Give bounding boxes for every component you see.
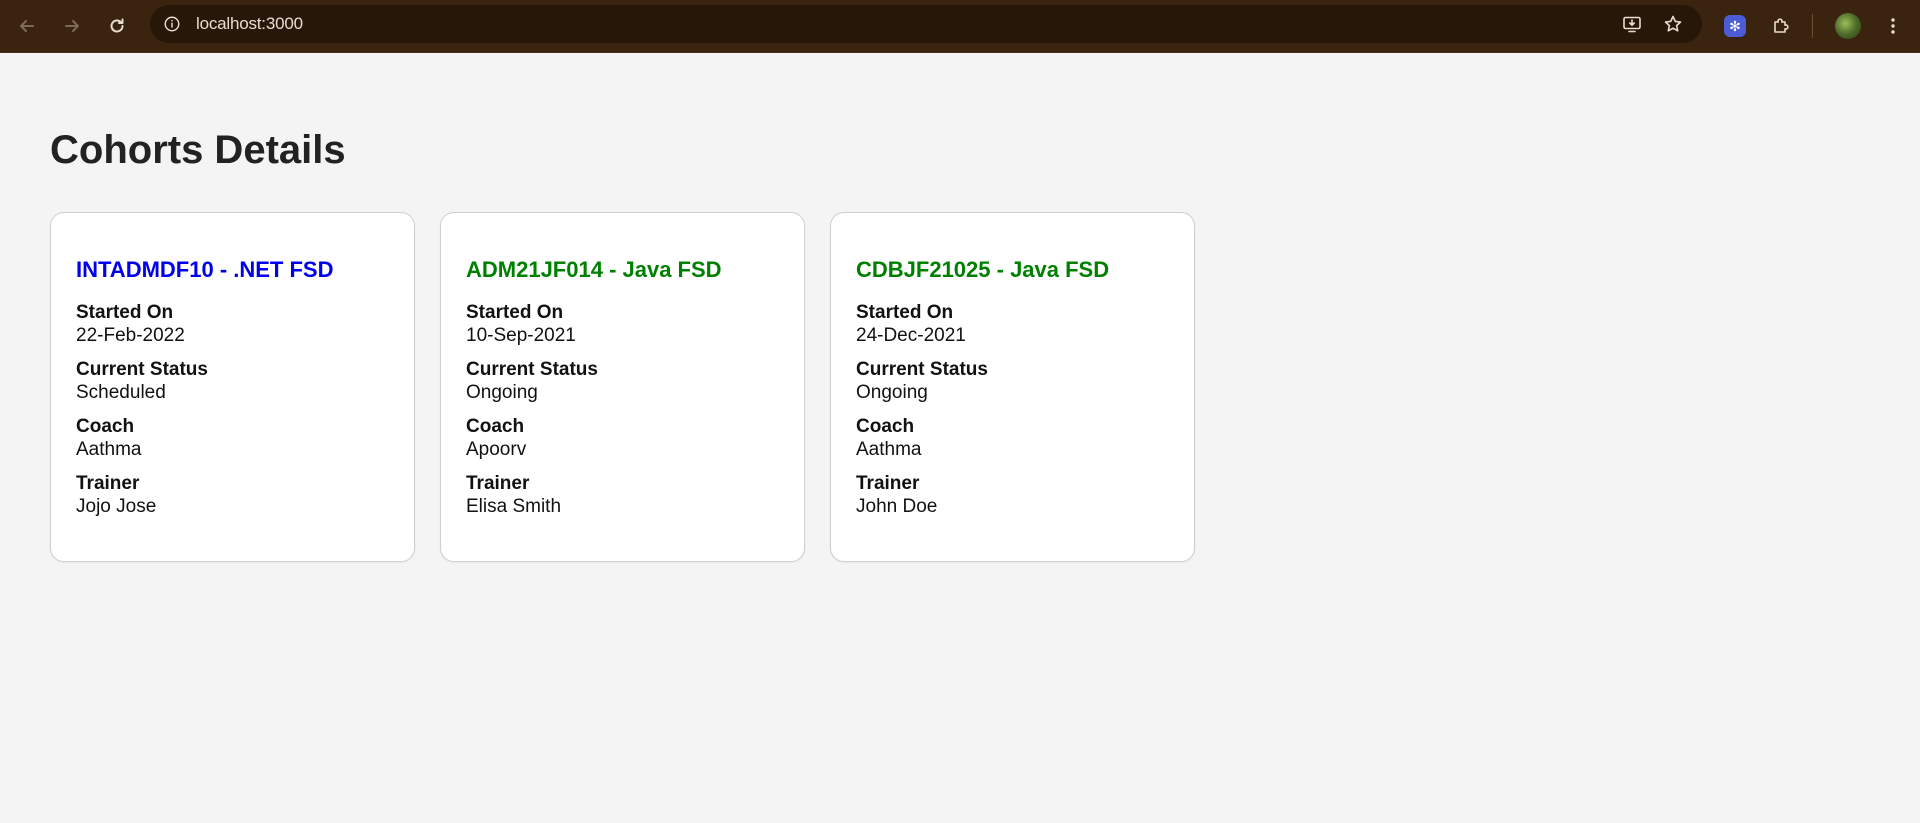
started-on-field: Started On 10-Sep-2021 bbox=[466, 301, 779, 347]
trainer-field: Trainer Elisa Smith bbox=[466, 472, 779, 518]
bookmark-button[interactable] bbox=[1659, 10, 1687, 38]
coach-value: Aathma bbox=[856, 439, 922, 460]
extension-badge-icon: ✻ bbox=[1724, 15, 1746, 37]
coach-field: Coach Aathma bbox=[856, 415, 1169, 461]
browser-menu-button[interactable] bbox=[1876, 9, 1910, 43]
page-title: Cohorts Details bbox=[50, 128, 346, 172]
toolbar-divider bbox=[1812, 14, 1813, 38]
arrow-left-icon bbox=[20, 20, 34, 32]
current-status-label: Current Status bbox=[76, 359, 208, 380]
site-info-button[interactable] bbox=[158, 10, 186, 38]
current-status-field: Current Status Ongoing bbox=[466, 358, 779, 404]
avatar bbox=[1835, 13, 1861, 39]
cohort-card: CDBJF21025 - Java FSD Started On 24-Dec-… bbox=[830, 212, 1195, 562]
reload-button[interactable] bbox=[99, 8, 135, 44]
star-icon bbox=[1664, 15, 1682, 32]
trainer-value: Elisa Smith bbox=[466, 496, 562, 517]
reload-icon bbox=[110, 18, 124, 33]
arrow-right-icon bbox=[65, 20, 79, 32]
coach-label: Coach bbox=[76, 416, 135, 437]
trainer-value: Jojo Jose bbox=[76, 496, 157, 517]
trainer-field: Trainer Jojo Jose bbox=[76, 472, 389, 518]
browser-toolbar: localhost:3000 ✻ bbox=[0, 0, 1920, 53]
started-on-label: Started On bbox=[856, 302, 954, 323]
started-on-value: 10-Sep-2021 bbox=[466, 325, 576, 346]
install-app-button[interactable] bbox=[1618, 10, 1646, 38]
cohort-card: INTADMDF10 - .NET FSD Started On 22-Feb-… bbox=[50, 212, 415, 562]
started-on-field: Started On 22-Feb-2022 bbox=[76, 301, 389, 347]
cohort-card-list: INTADMDF10 - .NET FSD Started On 22-Feb-… bbox=[50, 212, 1195, 562]
started-on-value: 24-Dec-2021 bbox=[856, 325, 966, 346]
url-text[interactable]: localhost:3000 bbox=[196, 14, 303, 34]
cohort-title: ADM21JF014 - Java FSD bbox=[466, 257, 722, 282]
address-bar[interactable]: localhost:3000 bbox=[150, 5, 1702, 43]
current-status-field: Current Status Ongoing bbox=[856, 358, 1169, 404]
trainer-value: John Doe bbox=[856, 496, 938, 517]
coach-field: Coach Apoorv bbox=[466, 415, 779, 461]
coach-value: Aathma bbox=[76, 439, 142, 460]
started-on-label: Started On bbox=[76, 302, 174, 323]
kebab-menu-icon bbox=[1891, 18, 1895, 34]
install-app-icon bbox=[1623, 16, 1641, 33]
coach-label: Coach bbox=[856, 416, 915, 437]
trainer-field: Trainer John Doe bbox=[856, 472, 1169, 518]
current-status-value: Ongoing bbox=[466, 382, 538, 403]
extensions-menu-button[interactable] bbox=[1764, 9, 1798, 43]
coach-value: Apoorv bbox=[466, 439, 527, 460]
started-on-value: 22-Feb-2022 bbox=[76, 325, 185, 346]
current-status-value: Scheduled bbox=[76, 382, 166, 403]
cohort-title: CDBJF21025 - Java FSD bbox=[856, 257, 1110, 282]
current-status-field: Current Status Scheduled bbox=[76, 358, 389, 404]
profile-button[interactable] bbox=[1831, 9, 1865, 43]
current-status-value: Ongoing bbox=[856, 382, 928, 403]
back-button[interactable] bbox=[9, 8, 45, 44]
started-on-label: Started On bbox=[466, 302, 564, 323]
trainer-label: Trainer bbox=[856, 473, 920, 494]
puzzle-icon bbox=[1774, 18, 1789, 33]
started-on-field: Started On 24-Dec-2021 bbox=[856, 301, 1169, 347]
coach-field: Coach Aathma bbox=[76, 415, 389, 461]
trainer-label: Trainer bbox=[76, 473, 140, 494]
current-status-label: Current Status bbox=[856, 359, 988, 380]
info-icon bbox=[164, 16, 180, 32]
forward-button[interactable] bbox=[54, 8, 90, 44]
extension-button[interactable]: ✻ bbox=[1718, 9, 1752, 43]
current-status-label: Current Status bbox=[466, 359, 598, 380]
cohort-title: INTADMDF10 - .NET FSD bbox=[76, 257, 334, 282]
trainer-label: Trainer bbox=[466, 473, 530, 494]
coach-label: Coach bbox=[466, 416, 525, 437]
cohort-card: ADM21JF014 - Java FSD Started On 10-Sep-… bbox=[440, 212, 805, 562]
